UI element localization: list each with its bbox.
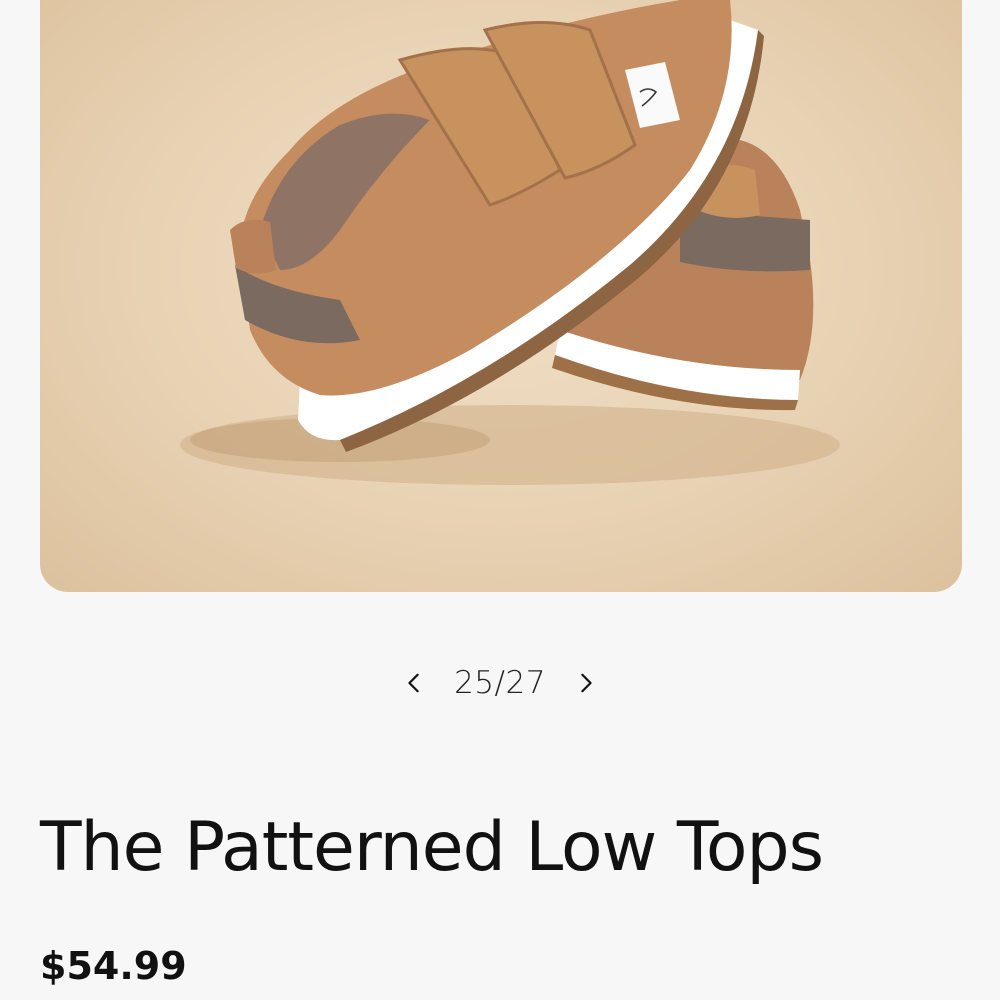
- product-page: 25/27 The Patterned Low Tops $54.99: [0, 0, 1000, 1000]
- product-image[interactable]: [40, 0, 962, 592]
- product-title: The Patterned Low Tops: [40, 808, 824, 887]
- next-image-button[interactable]: [566, 663, 606, 703]
- chevron-right-icon: [581, 673, 592, 693]
- image-pager: 25/27: [0, 655, 1000, 711]
- image-counter: 25/27: [454, 665, 546, 701]
- previous-image-button[interactable]: [394, 663, 434, 703]
- product-price: $54.99: [40, 944, 187, 988]
- chevron-left-icon: [408, 673, 419, 693]
- shoe-illustration: [180, 0, 840, 485]
